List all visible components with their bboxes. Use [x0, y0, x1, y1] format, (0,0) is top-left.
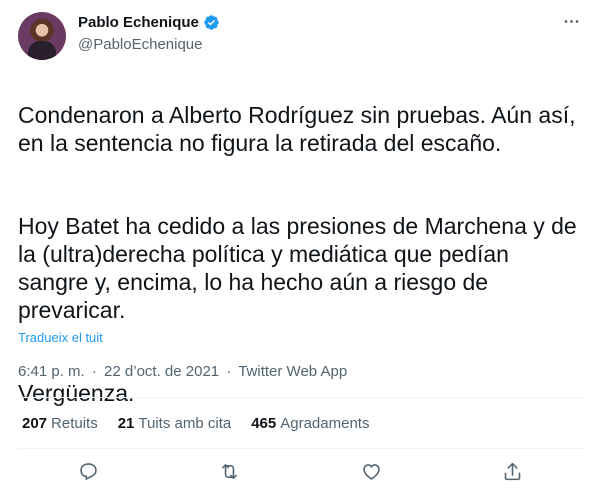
tweet-header: Pablo Echenique @PabloEchenique — [18, 12, 583, 60]
stat-count: 207 — [22, 415, 48, 432]
share-button[interactable] — [498, 460, 526, 488]
translate-tweet-link[interactable]: Tradueix el tuit — [18, 330, 103, 345]
tweet-actions — [18, 460, 583, 488]
stat-count: 465 — [251, 415, 277, 432]
heart-icon — [361, 461, 382, 487]
name-row: Pablo Echenique — [78, 14, 220, 31]
tweet-metadata: 6:41 p. m. · 22 d’oct. de 2021 · Twitter… — [18, 363, 347, 380]
share-icon — [502, 461, 523, 487]
author-display-name[interactable]: Pablo Echenique — [78, 14, 199, 31]
verified-badge-icon — [203, 14, 220, 31]
tweet-stats: 207 Retuits 21 Tuits amb cita 465 Agrada… — [22, 415, 369, 432]
tweet-text: Condenaron a Alberto Rodríguez sin prueb… — [18, 73, 583, 435]
tweet-paragraph: Vergüenza. — [18, 380, 135, 406]
stat-label: Agradaments — [280, 415, 370, 432]
retweets-stat[interactable]: 207 Retuits — [22, 415, 98, 432]
tweet-source[interactable]: Twitter Web App — [238, 363, 347, 380]
reply-icon — [78, 461, 99, 487]
avatar[interactable] — [18, 12, 66, 60]
likes-stat[interactable]: 465 Agradaments — [251, 415, 369, 432]
divider — [18, 448, 583, 449]
quote-tweets-stat[interactable]: 21 Tuits amb cita — [118, 415, 232, 432]
more-options-button[interactable] — [559, 12, 583, 36]
retweet-icon — [219, 461, 240, 487]
tweet-card: Pablo Echenique @PabloEchenique Condenar… — [0, 0, 601, 502]
more-horizontal-icon — [562, 12, 581, 36]
stat-label: Retuits — [51, 415, 98, 432]
like-button[interactable] — [357, 460, 385, 488]
meta-separator: · — [91, 363, 97, 380]
retweet-button[interactable] — [216, 460, 244, 488]
tweet-paragraph: Hoy Batet ha cedido a las presiones de M… — [18, 213, 577, 323]
stat-count: 21 — [117, 415, 135, 432]
reply-button[interactable] — [75, 460, 103, 488]
tweet-paragraph: Condenaron a Alberto Rodríguez sin prueb… — [18, 102, 576, 156]
stat-label: Tuits amb cita — [138, 415, 232, 432]
divider — [18, 397, 583, 398]
author-handle[interactable]: @PabloEchenique — [78, 36, 202, 53]
meta-separator: · — [226, 363, 232, 380]
tweet-date[interactable]: 22 d’oct. de 2021 — [104, 363, 219, 380]
tweet-time[interactable]: 6:41 p. m. — [18, 363, 85, 380]
